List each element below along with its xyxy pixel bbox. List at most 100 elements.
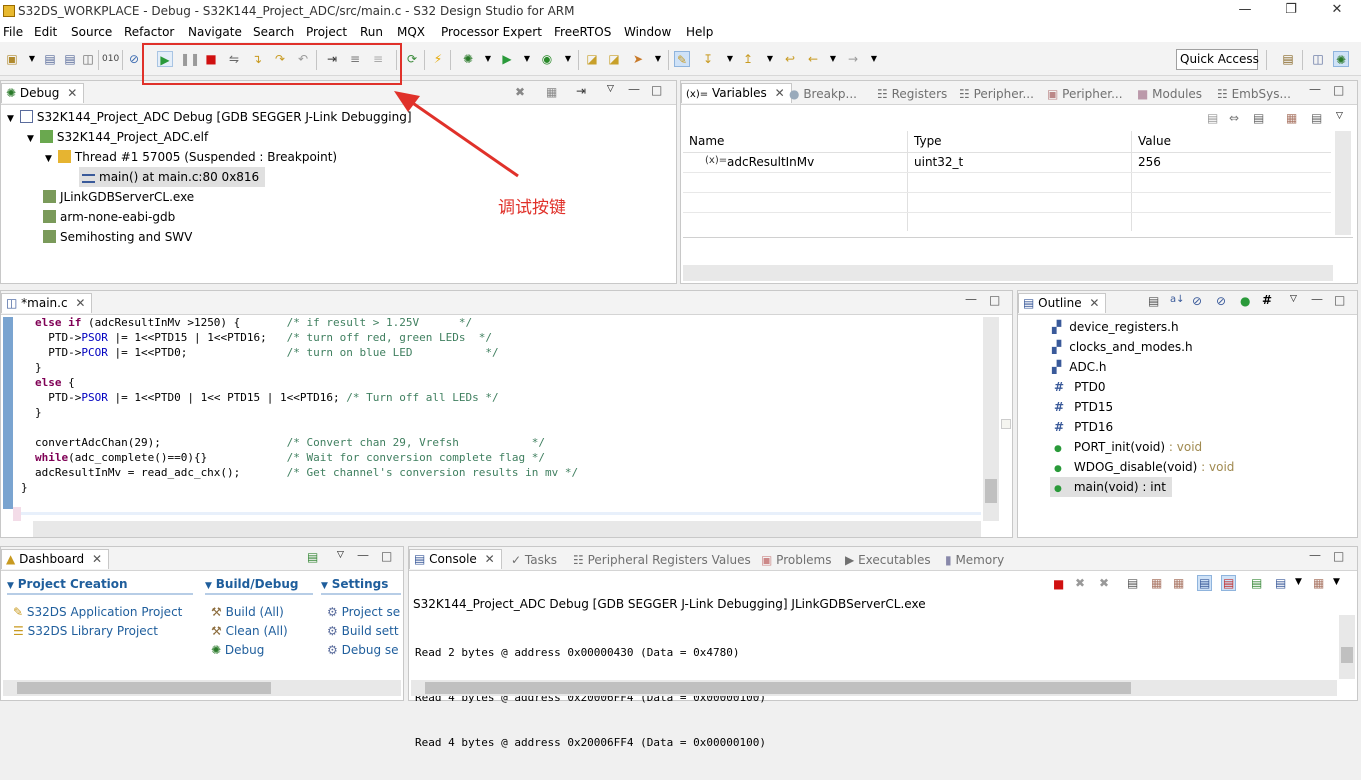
minimize-view-icon[interactable]: — xyxy=(1309,548,1321,562)
collapse-icon[interactable]: ▤ xyxy=(1207,111,1218,125)
outline-item[interactable]: # PTD0 xyxy=(1054,377,1106,397)
refresh-icon[interactable]: ⟳ xyxy=(404,51,420,67)
rocket-icon[interactable]: ➤ xyxy=(630,51,646,67)
c-perspective-icon[interactable]: ◫ xyxy=(1310,51,1326,67)
minimize-view-icon[interactable]: — xyxy=(357,548,369,562)
remove-launch-icon[interactable]: ✖ xyxy=(1075,576,1085,590)
highlight-icon[interactable]: ✎ xyxy=(674,51,690,67)
tree-item-gdbserver[interactable]: JLinkGDBServerCL.exe xyxy=(43,187,194,207)
quick-access-field[interactable]: Quick Access xyxy=(1176,49,1259,70)
layout-icon[interactable]: ▦ xyxy=(546,85,557,99)
save-icon[interactable]: ▤ xyxy=(42,51,58,67)
view-menu-icon[interactable]: ▽ xyxy=(337,550,344,560)
annotation-up-icon[interactable]: ↥ xyxy=(740,51,756,67)
menu-source[interactable]: Source xyxy=(71,25,112,39)
link-debug-settings[interactable]: ⚙ Debug se xyxy=(327,643,403,657)
layout-icon[interactable]: ▤ xyxy=(1253,111,1264,125)
minimize-view-icon[interactable]: — xyxy=(628,82,640,96)
menu-help[interactable]: Help xyxy=(686,25,713,39)
column-type[interactable]: Type xyxy=(914,134,942,148)
editor-hscroll[interactable] xyxy=(33,521,981,537)
outline-item[interactable]: # PTD16 xyxy=(1054,417,1113,437)
link-lib-project[interactable]: ☰ S32DS Library Project xyxy=(13,624,158,638)
sort-icon[interactable]: a↓ xyxy=(1170,294,1185,305)
menu-project[interactable]: Project xyxy=(306,25,347,39)
outline-item[interactable]: ▞ device_registers.h xyxy=(1052,317,1179,337)
close-icon[interactable]: ✕ xyxy=(485,552,495,566)
external-tools-icon[interactable]: ◉ xyxy=(539,51,555,67)
close-icon[interactable]: ✕ xyxy=(92,552,102,566)
maximize-view-icon[interactable]: □ xyxy=(1333,83,1344,97)
link-build-settings[interactable]: ⚙ Build sett xyxy=(327,624,403,638)
view-menu-icon[interactable]: ▽ xyxy=(1290,294,1297,304)
tab-debug[interactable]: ✺ Debug ✕ xyxy=(1,83,85,103)
clear-console-icon[interactable]: ▤ xyxy=(1127,576,1138,590)
binary-icon[interactable]: 010 xyxy=(102,51,119,67)
chevron-down-icon[interactable]: ▼ xyxy=(480,51,496,67)
debug-icon[interactable]: ✺ xyxy=(460,51,476,67)
chevron-down-icon[interactable]: ▼ xyxy=(1333,577,1340,587)
outline-item[interactable]: ▞ ADC.h xyxy=(1052,357,1106,377)
tree-item-elf[interactable]: ▼ S32K144_Project_ADC.elf xyxy=(27,127,208,147)
tab-main-c[interactable]: ◫ *main.c ✕ xyxy=(1,293,93,313)
new-icon[interactable]: ▣ xyxy=(4,51,20,67)
tab-peripheral-registers[interactable]: ☷ Peripheral Registers Values xyxy=(573,551,751,571)
chevron-down-icon[interactable]: ▼ xyxy=(560,51,576,67)
chevron-down-icon[interactable]: ▼ xyxy=(24,51,40,67)
console-output[interactable]: Read 2 bytes @ address 0x00000430 (Data … xyxy=(415,615,766,780)
tab-executables[interactable]: ▶ Executables xyxy=(845,551,931,571)
chevron-down-icon[interactable]: ▼ xyxy=(650,51,666,67)
link-debug[interactable]: ✺ Debug xyxy=(211,643,264,657)
dashboard-hscroll[interactable] xyxy=(3,680,401,696)
add-expression-icon[interactable]: ▦ xyxy=(1286,111,1297,125)
chevron-down-icon[interactable]: ▽ xyxy=(1336,111,1343,121)
tab-peripherals-2[interactable]: ▣ Peripher... xyxy=(1047,85,1123,105)
menu-mqx[interactable]: MQX xyxy=(397,25,425,39)
view-menu-icon[interactable]: ▤ xyxy=(1311,111,1322,125)
pin-console-icon[interactable]: ▤ xyxy=(1251,576,1262,590)
show-on-stdout-icon[interactable]: ▤ xyxy=(1197,575,1213,591)
show-on-stderr-icon[interactable]: ▤ xyxy=(1221,575,1237,591)
select-icon[interactable]: ⇔ xyxy=(1229,111,1239,125)
skip-breakpoints-icon[interactable]: ⊘ xyxy=(126,51,142,67)
open-console-icon[interactable]: ▦ xyxy=(1313,576,1324,590)
print-icon[interactable]: ◫ xyxy=(80,51,96,67)
open-folder-icon[interactable]: ◪ xyxy=(584,51,600,67)
editor-vscroll[interactable] xyxy=(983,317,999,521)
maximize-view-icon[interactable]: □ xyxy=(1334,293,1345,307)
tab-console[interactable]: ▤ Console ✕ xyxy=(409,549,502,569)
close-icon[interactable]: ✕ xyxy=(775,86,785,100)
link-build-all[interactable]: ⚒ Build (All) xyxy=(211,605,284,619)
console-hscroll[interactable] xyxy=(411,680,1337,696)
outline-item[interactable]: # PTD15 xyxy=(1054,397,1113,417)
close-button[interactable]: ✕ xyxy=(1314,2,1360,20)
save-all-icon[interactable]: ▤ xyxy=(62,51,78,67)
tree-item-gdb[interactable]: arm-none-eabi-gdb xyxy=(43,207,175,227)
close-icon[interactable]: ✕ xyxy=(75,296,85,310)
chevron-down-icon[interactable]: ▼ xyxy=(762,51,778,67)
menu-search[interactable]: Search xyxy=(253,25,294,39)
close-icon[interactable]: ✕ xyxy=(1089,296,1099,310)
collapse-all-icon[interactable]: ▤ xyxy=(1148,294,1159,308)
menu-refactor[interactable]: Refactor xyxy=(124,25,174,39)
minimize-view-icon[interactable]: — xyxy=(1311,292,1323,306)
minimize-view-icon[interactable]: — xyxy=(1309,82,1321,96)
tab-memory[interactable]: ▮ Memory xyxy=(945,551,1004,571)
menu-run[interactable]: Run xyxy=(360,25,383,39)
link-clean-all[interactable]: ⚒ Clean (All) xyxy=(211,624,288,638)
back-icon[interactable]: ← xyxy=(805,51,821,67)
outline-item[interactable]: ● WDOG_disable(void) : void xyxy=(1054,457,1234,477)
menu-file[interactable]: File xyxy=(3,25,23,39)
menu-navigate[interactable]: Navigate xyxy=(188,25,242,39)
tab-registers[interactable]: ☷ Registers xyxy=(877,85,947,105)
tab-modules[interactable]: ■ Modules xyxy=(1137,85,1202,105)
maximize-view-icon[interactable]: □ xyxy=(1333,549,1344,563)
debug-perspective-icon[interactable]: ✺ xyxy=(1333,51,1349,67)
forward-icon[interactable]: → xyxy=(845,51,861,67)
hide-nonpublic-icon[interactable]: ● xyxy=(1240,294,1250,308)
maximize-view-icon[interactable]: □ xyxy=(989,293,1000,307)
menu-window[interactable]: Window xyxy=(624,25,671,39)
link-app-project[interactable]: ✎ S32DS Application Project xyxy=(13,605,182,619)
maximize-view-icon[interactable]: □ xyxy=(651,83,662,97)
tab-variables[interactable]: (x)= Variables ✕ xyxy=(681,83,792,103)
